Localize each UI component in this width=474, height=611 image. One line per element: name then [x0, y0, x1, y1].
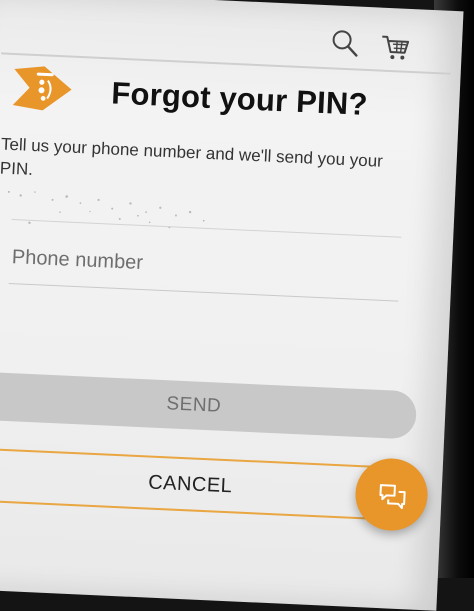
cart-icon: [379, 32, 410, 63]
search-button[interactable]: [327, 25, 363, 61]
brand-logo: [7, 63, 75, 114]
send-button[interactable]: SEND: [0, 371, 417, 439]
cancel-button[interactable]: CANCEL: [0, 447, 414, 521]
search-icon: [329, 27, 360, 58]
page-title: Forgot your PIN?: [111, 75, 369, 123]
chat-icon: [374, 477, 410, 513]
phone-number-input[interactable]: [9, 245, 400, 288]
cart-button[interactable]: [377, 29, 413, 65]
app-screen: Forgot your PIN? Tell us your phone numb…: [0, 0, 464, 611]
phone-number-field[interactable]: [9, 231, 401, 302]
chat-button[interactable]: [354, 457, 429, 532]
